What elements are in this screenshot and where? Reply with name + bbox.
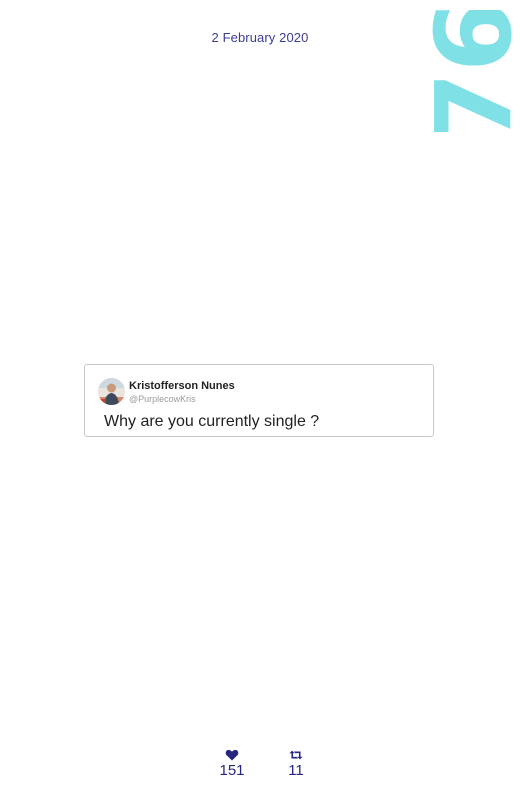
- retweet-icon: [289, 750, 303, 760]
- tweet-text: Why are you currently single ?: [104, 413, 320, 430]
- tweet-index-number: 76: [432, 10, 516, 132]
- author-handle[interactable]: @PurplecowKris: [129, 394, 196, 404]
- likes-count: 151: [219, 762, 245, 779]
- tweet-card: Kristofferson Nunes @PurplecowKris Why a…: [84, 364, 434, 437]
- tweet-index-number-text: 76: [432, 10, 516, 132]
- likes-stat[interactable]: 151: [212, 749, 252, 780]
- tweet-stats: 151 11: [0, 749, 520, 789]
- author-name[interactable]: Kristofferson Nunes: [129, 380, 235, 392]
- heart-icon: [225, 749, 239, 761]
- avatar[interactable]: [98, 378, 125, 405]
- retweets-count: 11: [288, 762, 304, 779]
- retweets-stat[interactable]: 11: [276, 749, 316, 780]
- avatar-image: [98, 378, 125, 405]
